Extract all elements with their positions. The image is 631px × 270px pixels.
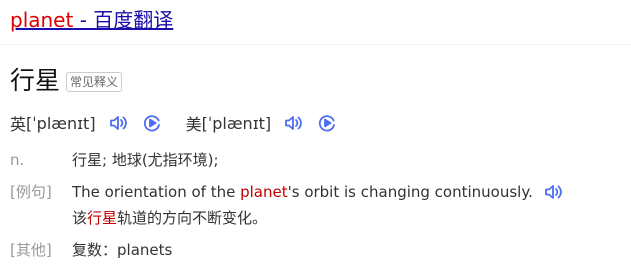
example-en-keyword: planet — [240, 183, 288, 201]
speaker-icon[interactable] — [106, 111, 130, 135]
title-keyword: planet — [10, 8, 74, 32]
speaker-icon[interactable] — [541, 180, 565, 204]
phonetic-uk-region: 英 — [10, 115, 27, 134]
example-label: [例句] — [10, 183, 52, 201]
divider — [0, 44, 631, 45]
example-zh-before: 该 — [72, 209, 88, 227]
phonetic-us-region: 美 — [185, 115, 202, 134]
other-label: [其他] — [10, 241, 52, 259]
play-icon[interactable] — [315, 111, 339, 135]
play-icon[interactable] — [140, 111, 164, 135]
speaker-icon[interactable] — [281, 111, 305, 135]
example-en-after: 's orbit is changing continuously. — [287, 183, 533, 201]
other-row: [其他] 复数：planets — [10, 239, 172, 261]
phonetic-us-ipa: [ˈplænɪt] — [201, 113, 272, 133]
phonetic-uk: 英 [ˈplænɪt] — [10, 111, 164, 135]
example-english: The orientation of the planet's orbit is… — [72, 180, 565, 204]
phonetics-row: 英 [ˈplænɪt] 美 [ˈplænɪt] — [10, 111, 339, 135]
part-of-speech: n. — [10, 151, 25, 169]
definition-text: 行星; 地球(尤指环境); — [72, 151, 219, 169]
example-zh-keyword: 行星 — [87, 209, 118, 227]
common-meaning-tag: 常见释义 — [66, 72, 123, 92]
headword-row: 行星 常见释义 — [10, 64, 123, 98]
plural-form: 复数：planets — [72, 241, 173, 259]
example-row: [例句] The orientation of the planet's orbi… — [10, 180, 565, 204]
definition-row: n. 行星; 地球(尤指环境); — [10, 149, 219, 171]
example-chinese: 该行星轨道的方向不断变化。 — [72, 209, 267, 227]
phonetic-us: 美 [ˈplænɪt] — [186, 111, 340, 135]
example-translation-row: 该行星轨道的方向不断变化。 — [10, 207, 267, 229]
headword: 行星 — [10, 66, 61, 95]
example-zh-after: 轨道的方向不断变化。 — [117, 209, 268, 227]
example-en-before: The orientation of the — [72, 183, 241, 201]
result-title-link[interactable]: planet - 百度翻译 — [10, 4, 173, 36]
title-suffix: - 百度翻译 — [73, 8, 174, 32]
phonetic-uk-ipa: [ˈplænɪt] — [26, 113, 96, 133]
